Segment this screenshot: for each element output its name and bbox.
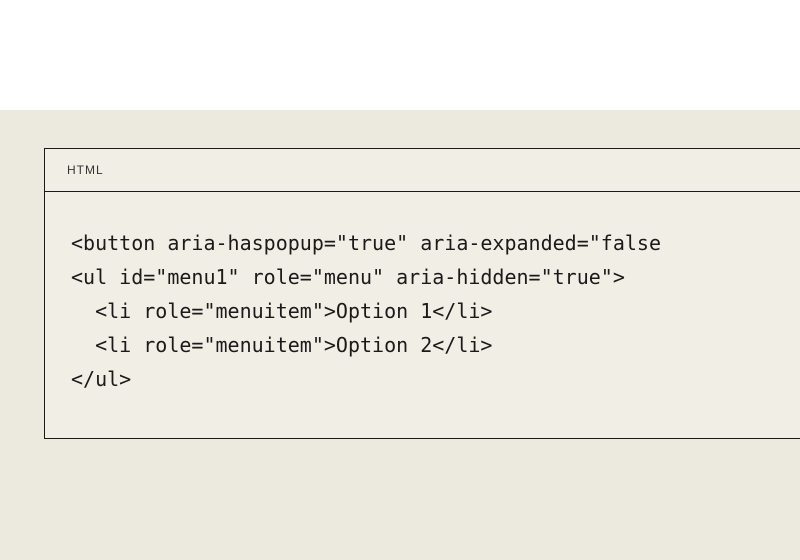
content-band: HTML <button aria-haspopup="true" aria-e… [0,110,800,560]
code-language-label: HTML [67,163,104,177]
code-block-header: HTML [45,149,800,192]
code-block-card: HTML <button aria-haspopup="true" aria-e… [44,148,800,439]
code-block-body: <button aria-haspopup="true" aria-expand… [45,192,800,438]
code-snippet: <button aria-haspopup="true" aria-expand… [71,226,774,396]
